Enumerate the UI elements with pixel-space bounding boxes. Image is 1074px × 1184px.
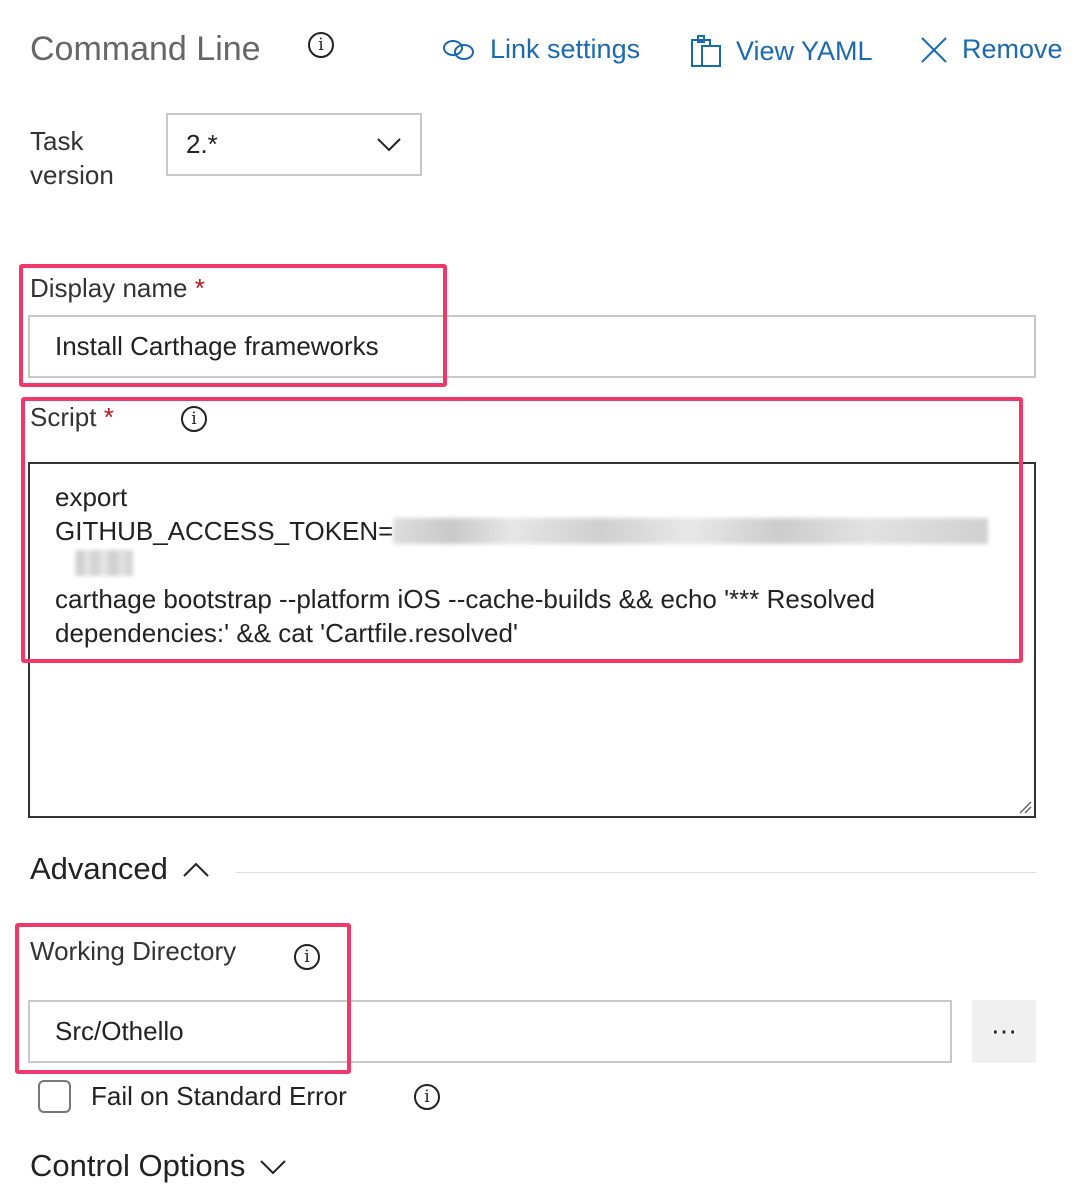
display-name-input[interactable]: Install Carthage frameworks <box>28 315 1036 378</box>
working-directory-input[interactable]: Src/Othello <box>28 1000 952 1063</box>
link-settings-button[interactable]: Link settings <box>442 34 640 65</box>
close-icon <box>921 36 947 63</box>
working-directory-label: Working Directory <box>30 936 237 966</box>
fail-on-stderr-label: Fail on Standard Error <box>91 1081 347 1111</box>
chevron-down-icon <box>377 137 401 151</box>
display-name-label: Display name * <box>30 273 205 304</box>
task-version-label-line: Task <box>30 126 84 156</box>
remove-button[interactable]: Remove <box>920 34 1063 65</box>
chevron-down-icon <box>260 1160 287 1175</box>
task-version-select[interactable]: 2.* <box>166 113 422 176</box>
task-version-label-line: version <box>30 160 114 190</box>
link-settings-label: Link settings <box>490 34 641 64</box>
info-icon[interactable]: i <box>308 32 334 58</box>
script-label-text: Script <box>30 402 97 432</box>
script-label: Script * <box>30 402 114 433</box>
resize-handle-icon[interactable] <box>1018 800 1032 814</box>
page-title: Command Line <box>30 30 261 68</box>
fail-on-stderr-checkbox[interactable] <box>38 1080 71 1113</box>
script-line: export <box>55 482 128 512</box>
display-name-label-text: Display name <box>30 273 188 303</box>
control-options-label: Control Options <box>30 1148 246 1183</box>
info-icon[interactable]: i <box>294 944 320 970</box>
redacted-token <box>393 518 989 544</box>
browse-button[interactable]: ⋯ <box>972 1000 1036 1063</box>
info-icon[interactable]: i <box>181 406 207 432</box>
required-marker: * <box>103 402 114 432</box>
view-yaml-button[interactable]: View YAML <box>690 34 873 68</box>
chevron-up-icon <box>183 862 209 877</box>
required-marker: * <box>194 273 205 303</box>
clipboard-icon <box>691 35 721 67</box>
script-textarea[interactable]: export GITHUB_ACCESS_TOKEN= carthage boo… <box>28 462 1036 818</box>
script-line: dependencies:' && cat 'Cartfile.resolved… <box>55 618 518 648</box>
divider <box>236 872 1036 873</box>
remove-label: Remove <box>962 34 1063 64</box>
display-name-value: Install Carthage frameworks <box>55 331 379 361</box>
working-directory-value: Src/Othello <box>55 1016 184 1046</box>
link-icon <box>443 39 474 60</box>
redacted-token <box>75 550 133 576</box>
script-line: carthage bootstrap --platform iOS --cach… <box>55 584 876 614</box>
task-version-value: 2.* <box>186 129 218 159</box>
task-version-label: Task version <box>30 124 114 192</box>
control-options-toggle[interactable]: Control Options <box>30 1148 287 1184</box>
info-icon[interactable]: i <box>414 1084 440 1110</box>
advanced-section-toggle[interactable]: Advanced <box>30 851 210 887</box>
advanced-label: Advanced <box>30 851 168 886</box>
view-yaml-label: View YAML <box>736 35 873 66</box>
script-line: GITHUB_ACCESS_TOKEN= <box>55 516 394 546</box>
